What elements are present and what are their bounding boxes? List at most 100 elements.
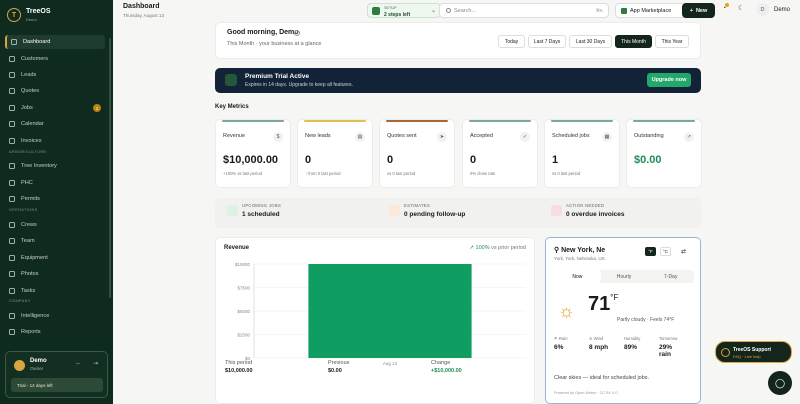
customers-icon: [9, 56, 15, 62]
star-icon: [225, 74, 237, 86]
bar: [308, 264, 472, 358]
section-company: COMPANY: [9, 299, 31, 303]
sidebar-user-name: Demo: [30, 358, 47, 364]
setup-label: SETUP: [384, 6, 397, 10]
sidebar-item-calendar[interactable]: Calendar: [5, 117, 105, 131]
banner-subtitle: Expires in 14 days. Upgrade to keep all …: [245, 82, 353, 88]
wind-icon: ≋: [589, 336, 593, 341]
location-pin-icon: ⚲: [554, 247, 560, 254]
leads-icon: [9, 72, 15, 78]
range-this-month-button[interactable]: This Month: [615, 35, 652, 48]
search-input[interactable]: Search... ⌘K: [439, 3, 609, 18]
sidebar-item-intelligence[interactable]: Intelligence: [5, 309, 105, 323]
setup-value: 2 steps left: [384, 12, 411, 18]
support-widget[interactable]: TreeOS Support FAQ · Live help: [715, 341, 792, 363]
this-period: This period $10,000.00: [225, 360, 253, 374]
search-shortcut: ⌘K: [595, 8, 603, 13]
search-placeholder: Search...: [454, 8, 477, 14]
metric-sub: vs 0 last period: [552, 171, 581, 176]
sidebar-item-tasks[interactable]: Tasks: [5, 284, 105, 298]
avatar: D: [756, 3, 769, 16]
section-operations: OPERATIONS: [9, 208, 38, 212]
sidebar-item-reports[interactable]: Reports: [5, 325, 105, 339]
sidebar-item-dashboard[interactable]: Dashboard: [5, 35, 105, 49]
weather-note: Clear skies — ideal for scheduled jobs.: [554, 375, 650, 381]
revenue-card: Revenue ↗ 100% vs prior period $10000 $75…: [215, 237, 535, 404]
new-button[interactable]: + New: [682, 3, 715, 18]
metric-icon: ✓: [520, 132, 530, 142]
metric-accent-bar: [386, 120, 448, 122]
sidebar-item-crews[interactable]: Crews: [5, 218, 105, 232]
trend-down-icon: [551, 205, 562, 216]
revenue-title: Revenue: [224, 245, 250, 251]
range-today-button[interactable]: Today: [498, 35, 525, 48]
sidebar-item-team[interactable]: Team: [5, 234, 105, 248]
metric-icon: $: [273, 132, 283, 142]
document-icon: [389, 205, 400, 216]
trial-badge[interactable]: Trial - 14 days left: [11, 378, 103, 392]
metric-card-outstanding[interactable]: Outstanding ↗ $0.00: [626, 119, 702, 188]
page-title: Dashboard: [123, 3, 160, 10]
metric-value: 0: [305, 154, 312, 166]
rain-icon: ☂: [554, 336, 558, 341]
tab-hourly[interactable]: Hourly: [601, 270, 648, 283]
sidebar-item-customers[interactable]: Customers: [5, 52, 105, 66]
sidebar-item-photos[interactable]: Photos: [5, 267, 105, 281]
setup-button[interactable]: SETUP 2 steps left ⌄: [367, 3, 441, 18]
brand-name: TreeOS: [26, 8, 51, 15]
logout-icon[interactable]: ⇥: [93, 361, 99, 367]
sidebar-item-equipment[interactable]: Equipment: [5, 251, 105, 265]
greeting-title: Good morning, Demo: [227, 29, 299, 36]
status-row: UPCOMING JOBS 1 scheduled ESTIMATES 0 pe…: [215, 198, 701, 228]
metric-accent-bar: [551, 120, 613, 122]
metric-label: Outstanding: [634, 133, 664, 139]
search-icon: [446, 8, 451, 13]
tab-now[interactable]: Now: [554, 270, 601, 283]
metric-label: Accepted: [470, 133, 493, 139]
range-last30-button[interactable]: Last 30 Days: [569, 35, 612, 48]
swap-icon[interactable]: ⇄: [678, 247, 689, 256]
jobs-badge: 1: [93, 104, 101, 112]
link-icon[interactable]: ⇔: [75, 361, 81, 367]
sidebar-item-jobs[interactable]: Jobs 1: [5, 101, 105, 115]
sidebar-scrollbar[interactable]: [109, 38, 111, 298]
sidebar-item-tree-inventory[interactable]: Tree Inventory: [5, 159, 105, 173]
sidebar-item-leads[interactable]: Leads: [5, 68, 105, 82]
user-menu[interactable]: D Demo: [756, 3, 790, 16]
unit-celsius-toggle[interactable]: °C: [660, 247, 671, 256]
tab-7-day[interactable]: 7-Day: [647, 270, 694, 283]
sidebar-user-card[interactable]: Demo Owner ⇔ ⇥ Trial - 14 days left: [5, 351, 108, 398]
metric-card-scheduled-jobs[interactable]: Scheduled jobs ▦ 1 vs 0 last period: [544, 119, 620, 188]
metric-accent-bar: [469, 120, 531, 122]
sidebar-item-permits[interactable]: Permits: [5, 192, 105, 206]
metric-card-accepted[interactable]: Accepted ✓ 0 0% close rate: [462, 119, 538, 188]
metric-icon: ↗: [684, 132, 694, 142]
equipment-icon: [9, 255, 15, 261]
metric-icon: ▤: [355, 132, 365, 142]
sidebar-item-quotes[interactable]: Quotes: [5, 84, 105, 98]
help-icon[interactable]: ?: [294, 30, 300, 36]
metric-label: Quotes sent: [387, 133, 417, 139]
moon-icon[interactable]: ☾: [738, 5, 746, 13]
crews-icon: [9, 222, 15, 228]
range-this-year-button[interactable]: This Year: [655, 35, 689, 48]
brand[interactable]: T TreeOS Demo: [7, 8, 51, 22]
chat-button[interactable]: ◯: [768, 371, 792, 395]
y-tick-label: $7500: [237, 286, 250, 291]
sidebar-item-invoices[interactable]: Invoices: [5, 134, 105, 148]
metric-accent-bar: [304, 120, 366, 122]
metric-icon: ➤: [437, 132, 447, 142]
metric-card-revenue[interactable]: Revenue $ $10,000.00 +100% vs last period: [215, 119, 291, 188]
range-last7-button[interactable]: Last 7 Days: [528, 35, 566, 48]
unit-fahrenheit-toggle[interactable]: °F: [645, 247, 656, 256]
metric-icon: ▦: [602, 132, 612, 142]
upgrade-button[interactable]: Upgrade now: [647, 73, 691, 87]
sidebar-item-phc[interactable]: PHC: [5, 176, 105, 190]
metric-card-new-leads[interactable]: New leads ▤ 0 ↑ from 0 last period: [297, 119, 373, 188]
sidebar: T TreeOS Demo Dashboard Customers Leads …: [0, 0, 113, 404]
metric-card-quotes-sent[interactable]: Quotes sent ➤ 0 vs 0 last period: [379, 119, 455, 188]
app-marketplace-button[interactable]: App Marketplace: [615, 3, 687, 18]
weather-temperature: 71°F: [588, 293, 619, 315]
tasks-icon: [9, 288, 15, 294]
metric-sub: ↑ from 0 last period: [305, 171, 341, 176]
